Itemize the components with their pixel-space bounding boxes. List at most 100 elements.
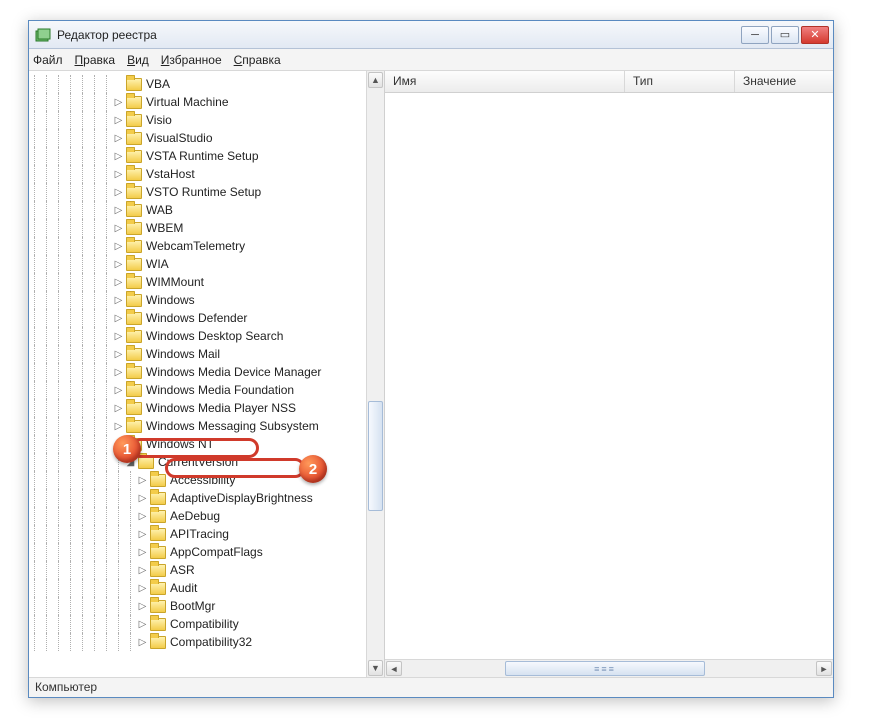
expand-icon[interactable]: ▷: [137, 583, 148, 594]
collapse-icon[interactable]: ◢: [125, 457, 136, 468]
tree-item[interactable]: ▷ AdaptiveDisplayBrightness: [29, 489, 366, 507]
tree-item[interactable]: ▷Audit: [29, 579, 366, 597]
expand-icon[interactable]: ▷: [137, 637, 148, 648]
tree-item[interactable]: ▷Virtual Machine: [29, 93, 366, 111]
expand-icon[interactable]: ▷: [113, 421, 124, 432]
tree-item[interactable]: ▷Accessibility: [29, 471, 366, 489]
tree-item[interactable]: ▷WIMMount: [29, 273, 366, 291]
expand-icon[interactable]: ▷: [113, 223, 124, 234]
titlebar[interactable]: Редактор реестра ─ ▭ ✕: [29, 21, 833, 49]
tree-pane[interactable]: VBA▷Virtual Machine▷Visio▷VisualStudio▷V…: [29, 71, 385, 677]
tree-item[interactable]: ▷Windows Media Player NSS: [29, 399, 366, 417]
tree-item-label: AdaptiveDisplayBrightness: [170, 491, 313, 505]
expand-icon[interactable]: ▷: [113, 151, 124, 162]
scroll-thumb[interactable]: [368, 401, 383, 511]
folder-icon: [126, 114, 142, 127]
tree-item[interactable]: ▷AeDebug: [29, 507, 366, 525]
scroll-left-button[interactable]: ◄: [386, 661, 402, 676]
tree-item[interactable]: ▷AppCompatFlags: [29, 543, 366, 561]
menu-view[interactable]: Вид: [127, 53, 149, 67]
expand-icon[interactable]: ▷: [113, 187, 124, 198]
tree-item[interactable]: ▷ WAB: [29, 201, 366, 219]
tree-item[interactable]: ▷ Windows Desktop Search: [29, 327, 366, 345]
tree-item[interactable]: ▷VSTO Runtime Setup: [29, 183, 366, 201]
column-value[interactable]: Значение: [735, 71, 833, 92]
tree-item[interactable]: ▷Windows Defender: [29, 309, 366, 327]
expand-icon[interactable]: ▷: [113, 403, 124, 414]
expand-icon[interactable]: ▷: [137, 547, 148, 558]
tree-item[interactable]: ▷BootMgr: [29, 597, 366, 615]
scroll-thumb[interactable]: ≡≡≡: [505, 661, 705, 676]
menu-file[interactable]: Файл: [33, 53, 63, 67]
values-horizontal-scrollbar[interactable]: ◄ ≡≡≡ ►: [385, 659, 833, 677]
tree-item-label: VBA: [146, 77, 170, 91]
expand-icon[interactable]: ▷: [113, 349, 124, 360]
expand-icon[interactable]: ▷: [113, 241, 124, 252]
expand-icon[interactable]: ▷: [137, 601, 148, 612]
folder-icon: [126, 132, 142, 145]
tree-item[interactable]: ▷Windows Messaging Subsystem: [29, 417, 366, 435]
tree-item-windows-nt[interactable]: ◢Windows NT: [29, 435, 366, 453]
expand-icon[interactable]: ▷: [113, 205, 124, 216]
tree-item-label: APITracing: [170, 527, 229, 541]
minimize-button[interactable]: ─: [741, 26, 769, 44]
collapse-icon[interactable]: ◢: [113, 439, 124, 450]
folder-icon: [150, 636, 166, 649]
tree-item[interactable]: ▷VSTA Runtime Setup: [29, 147, 366, 165]
menu-favorites[interactable]: Избранное: [161, 53, 222, 67]
expand-icon[interactable]: ▷: [137, 475, 148, 486]
expand-icon[interactable]: ▷: [113, 367, 124, 378]
tree-item-currentversion[interactable]: ◢CurrentVersion: [29, 453, 366, 471]
expand-icon[interactable]: ▷: [113, 385, 124, 396]
tree-item[interactable]: ▷ Windows: [29, 291, 366, 309]
close-button[interactable]: ✕: [801, 26, 829, 44]
expand-icon[interactable]: ▷: [113, 115, 124, 126]
expand-icon[interactable]: ▷: [113, 259, 124, 270]
expand-icon[interactable]: ▷: [137, 511, 148, 522]
tree-item[interactable]: ▷WBEM: [29, 219, 366, 237]
column-name[interactable]: Имя: [385, 71, 625, 92]
menubar: Файл Правка Вид Избранное Справка: [29, 49, 833, 71]
maximize-button[interactable]: ▭: [771, 26, 799, 44]
tree-item-label: Windows: [146, 293, 195, 307]
tree-item[interactable]: ▷ASR: [29, 561, 366, 579]
tree-item-label: WAB: [146, 203, 173, 217]
menu-help[interactable]: Справка: [234, 53, 281, 67]
tree-item[interactable]: ▷Windows Mail: [29, 345, 366, 363]
expand-icon[interactable]: ▷: [137, 493, 148, 504]
scroll-down-button[interactable]: ▼: [368, 660, 383, 676]
expand-icon[interactable]: ▷: [137, 529, 148, 540]
expand-icon[interactable]: ▷: [113, 169, 124, 180]
menu-edit[interactable]: Правка: [75, 53, 116, 67]
expand-icon[interactable]: ▷: [113, 133, 124, 144]
tree-item[interactable]: VBA: [29, 75, 366, 93]
expand-icon[interactable]: ▷: [137, 619, 148, 630]
tree-item[interactable]: ▷ APITracing: [29, 525, 366, 543]
tree-item-label: VisualStudio: [146, 131, 213, 145]
tree-item[interactable]: ▷Compatibility32: [29, 633, 366, 651]
tree-item[interactable]: ▷Windows Media Foundation: [29, 381, 366, 399]
folder-icon: [126, 294, 142, 307]
expand-icon[interactable]: ▷: [113, 313, 124, 324]
tree-item[interactable]: ▷Visio: [29, 111, 366, 129]
tree-item[interactable]: ▷VstaHost: [29, 165, 366, 183]
expand-icon[interactable]: ▷: [113, 277, 124, 288]
column-type[interactable]: Тип: [625, 71, 735, 92]
values-list[interactable]: [385, 93, 833, 659]
tree-item[interactable]: ▷Compatibility: [29, 615, 366, 633]
tree-item[interactable]: ▷WebcamTelemetry: [29, 237, 366, 255]
expand-icon[interactable]: ▷: [113, 295, 124, 306]
expand-icon[interactable]: ▷: [113, 331, 124, 342]
scroll-up-button[interactable]: ▲: [368, 72, 383, 88]
tree-item[interactable]: ▷ VisualStudio: [29, 129, 366, 147]
leaf-icon: [113, 79, 124, 90]
expand-icon[interactable]: ▷: [137, 565, 148, 576]
tree-vertical-scrollbar[interactable]: ▲ ▼: [366, 71, 384, 677]
folder-icon: [126, 186, 142, 199]
tree-item-label: Windows Desktop Search: [146, 329, 283, 343]
scroll-right-button[interactable]: ►: [816, 661, 832, 676]
folder-icon: [150, 546, 166, 559]
expand-icon[interactable]: ▷: [113, 97, 124, 108]
tree-item[interactable]: ▷WIA: [29, 255, 366, 273]
tree-item[interactable]: ▷Windows Media Device Manager: [29, 363, 366, 381]
